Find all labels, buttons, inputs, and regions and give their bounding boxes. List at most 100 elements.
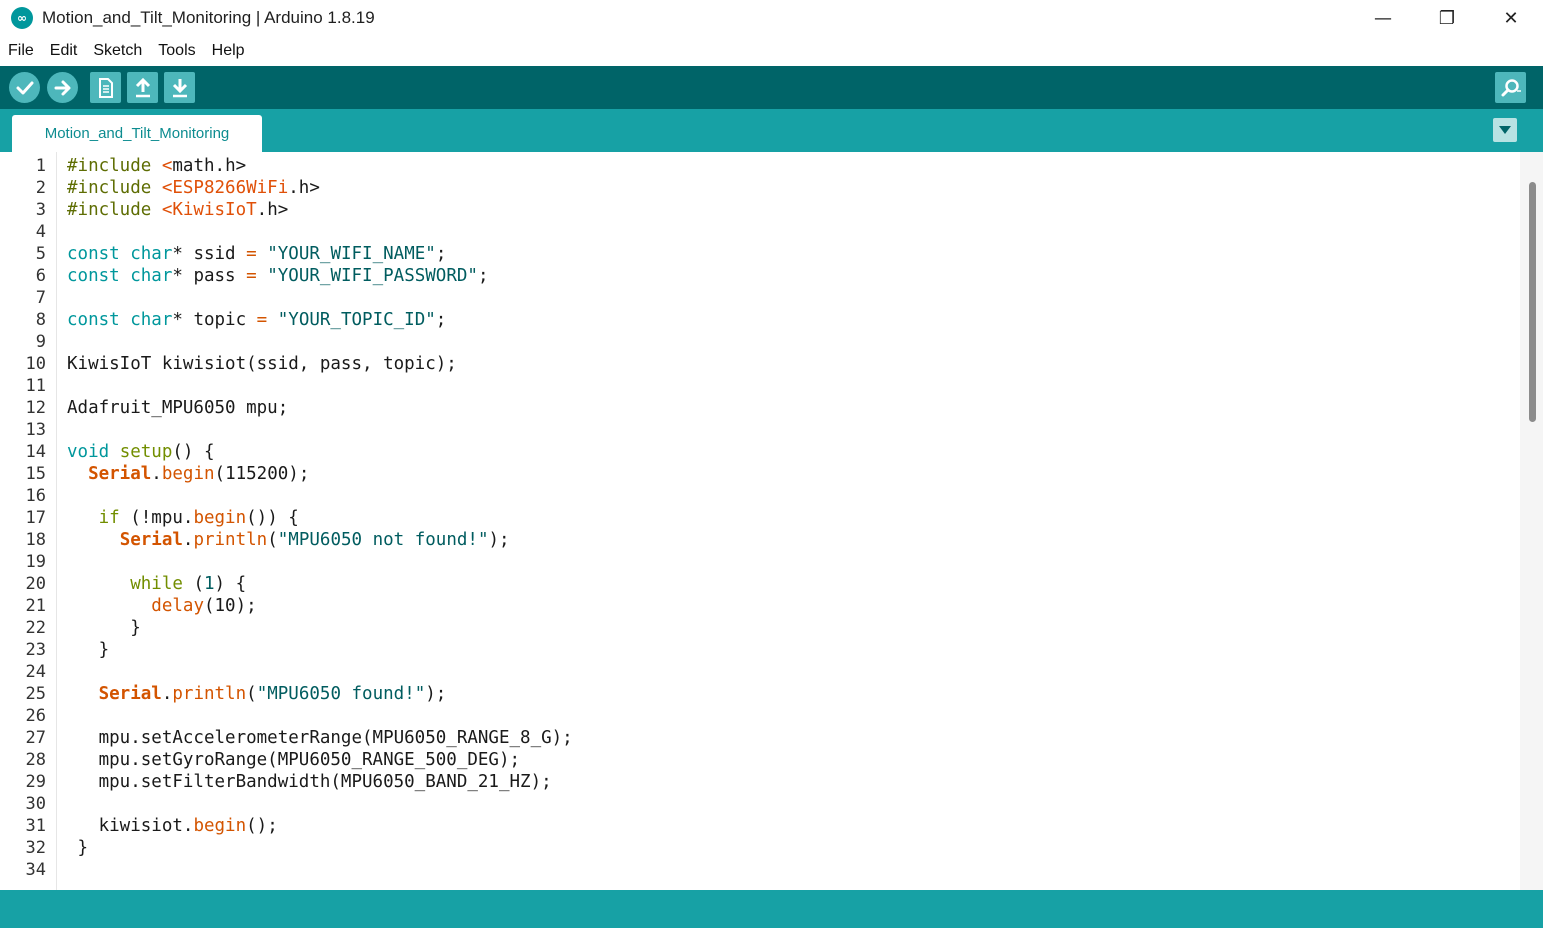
editor-scrollbar-thumb[interactable] (1529, 182, 1536, 422)
menu-sketch[interactable]: Sketch (85, 42, 150, 60)
code-line[interactable]: mpu.setAccelerometerRange(MPU6050_RANGE_… (67, 728, 573, 748)
line-number: 21 (25, 596, 46, 616)
code-token: * topic (172, 310, 257, 330)
code-line[interactable]: mpu.setFilterBandwidth(MPU6050_BAND_21_H… (67, 772, 552, 792)
code-line[interactable]: Serial.println("MPU6050 found!"); (67, 684, 447, 704)
line-number: 27 (25, 728, 46, 748)
save-icon (172, 78, 187, 97)
code-token: begin (161, 464, 215, 484)
line-number: 29 (25, 772, 46, 792)
code-token: void (67, 442, 120, 462)
code-token: ; (477, 266, 489, 286)
line-number: 20 (25, 574, 46, 594)
code-token: .h> (288, 178, 320, 198)
save-sketch-button[interactable] (164, 72, 195, 103)
code-token: "YOUR_WIFI_NAME" (256, 244, 436, 264)
serial-monitor-icon (1501, 78, 1521, 96)
line-number: 22 (25, 618, 46, 638)
restore-button[interactable]: ❐ (1415, 0, 1479, 36)
code-token: #include (67, 178, 162, 198)
code-token: ) { (214, 574, 247, 594)
code-line[interactable]: Adafruit_MPU6050 mpu; (67, 398, 288, 418)
code-line[interactable]: const char* pass = "YOUR_WIFI_PASSWORD"; (67, 266, 489, 286)
arduino-logo-icon: ∞ (11, 7, 33, 29)
code-token: . (161, 684, 173, 704)
window-title: Motion_and_Tilt_Monitoring | Arduino 1.8… (42, 8, 375, 27)
code-token: "MPU6050 found!" (256, 684, 426, 704)
tab-motion-and-tilt-monitoring[interactable]: Motion_and_Tilt_Monitoring (12, 115, 262, 152)
new-sketch-button[interactable] (90, 72, 121, 103)
open-icon (135, 77, 150, 97)
code-token: math (172, 156, 215, 176)
code-token: . (151, 464, 162, 484)
tab-label: Motion_and_Tilt_Monitoring (44, 125, 230, 142)
title-bar: ∞ Motion_and_Tilt_Monitoring | Arduino 1… (0, 0, 1543, 36)
code-line[interactable]: KiwisIoT kiwisiot(ssid, pass, topic); (67, 354, 457, 374)
menu-bar: File Edit Sketch Tools Help (0, 36, 1543, 66)
code-line[interactable]: #include <ESP8266WiFi.h> (67, 178, 320, 198)
code-token: #include (67, 200, 162, 220)
menu-file[interactable]: File (0, 42, 42, 60)
code-line[interactable]: mpu.setGyroRange(MPU6050_RANGE_500_DEG); (67, 750, 520, 770)
menu-tools[interactable]: Tools (150, 42, 203, 60)
line-number: 13 (25, 420, 46, 440)
menu-edit[interactable]: Edit (42, 42, 86, 60)
status-bar (0, 890, 1543, 928)
code-token: char (130, 310, 173, 330)
open-sketch-button[interactable] (127, 72, 158, 103)
upload-button[interactable] (47, 72, 78, 103)
code-token: <KiwisIoT (161, 200, 257, 220)
code-token: "MPU6050 not found!" (277, 530, 489, 550)
code-line[interactable]: } (67, 838, 89, 858)
line-number: 28 (25, 750, 46, 770)
code-token: ; (435, 310, 447, 330)
line-number: 17 (25, 508, 46, 528)
code-token: <ESP8266WiFi (161, 178, 289, 198)
code-token: #include (67, 156, 162, 176)
tab-bar: Motion_and_Tilt_Monitoring (0, 109, 1543, 152)
code-line[interactable]: #include <math.h> (67, 156, 246, 176)
code-token: Serial (119, 530, 183, 550)
code-token: ; (435, 244, 447, 264)
code-line[interactable]: kiwisiot.begin(); (67, 816, 278, 836)
code-token: ( (267, 530, 278, 550)
code-line[interactable]: const char* ssid = "YOUR_WIFI_NAME"; (67, 244, 446, 264)
line-number: 26 (25, 706, 46, 726)
code-line[interactable]: delay(10); (67, 596, 256, 616)
code-token: mpu.setGyroRange(MPU6050_RANGE_500_DEG); (67, 750, 521, 770)
minimize-icon: — (1374, 7, 1392, 29)
code-line[interactable]: #include <KiwisIoT.h> (67, 200, 288, 220)
code-line[interactable]: Serial.println("MPU6050 not found!"); (67, 530, 510, 550)
menu-help[interactable]: Help (204, 42, 253, 60)
code-editor[interactable]: 1 2 3 4 5 6 7 8 9 10 11 12 13 14 15 16 17 18 19 20 21 22 23 24 2… (0, 152, 1543, 890)
minimize-button[interactable]: — (1351, 0, 1415, 36)
line-number: 2 (35, 178, 46, 198)
code-token: .h> (256, 200, 289, 220)
code-line[interactable]: } (67, 618, 141, 638)
code-token: "YOUR_WIFI_PASSWORD" (256, 266, 478, 286)
line-number: 32 (25, 838, 46, 858)
serial-monitor-button[interactable] (1495, 72, 1526, 103)
verify-button[interactable] (9, 72, 40, 103)
code-line[interactable]: void setup() { (67, 442, 215, 462)
code-token: () { (172, 442, 215, 462)
code-token: begin (193, 816, 247, 836)
code-line[interactable]: const char* topic = "YOUR_TOPIC_ID"; (67, 310, 446, 330)
line-number: 7 (35, 288, 46, 308)
code-line[interactable]: if (!mpu.begin()) { (67, 508, 299, 528)
tab-menu-button[interactable] (1493, 118, 1517, 142)
close-button[interactable]: ✕ (1479, 0, 1543, 36)
code-line[interactable]: } (67, 640, 110, 660)
line-number: 4 (35, 222, 46, 242)
code-line[interactable]: while (1) { (67, 574, 246, 594)
code-token: kiwisiot. (67, 816, 194, 836)
code-token: char (130, 244, 173, 264)
code-line[interactable]: Serial.begin(115200); (67, 464, 309, 484)
line-number: 16 (25, 486, 46, 506)
code-token: 1 (203, 574, 215, 594)
verify-icon (16, 81, 33, 94)
line-number: 23 (25, 640, 46, 660)
